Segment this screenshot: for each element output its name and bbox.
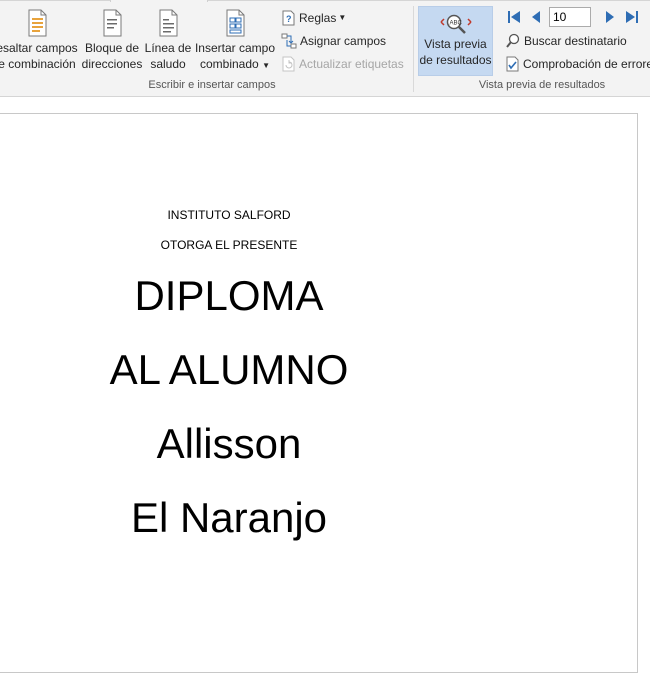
ribbon-top-border <box>0 0 650 1</box>
address-block-label-1: Bloque de <box>84 41 140 55</box>
previous-record-button[interactable] <box>527 8 545 26</box>
update-labels-icon <box>282 56 295 72</box>
previous-record-icon <box>532 11 540 23</box>
preview-results-label-2: de resultados <box>419 53 492 67</box>
preview-group-label: Vista previa de resultados <box>478 79 606 91</box>
address-block-label-2: direcciones <box>81 57 143 71</box>
check-errors-button[interactable]: Comprobación de errores <box>505 54 650 74</box>
svg-text:ABC: ABC <box>449 21 462 27</box>
student-first-name: Allisson <box>156 420 302 467</box>
svg-text:?: ? <box>286 14 292 24</box>
preview-results-icon: ABC <box>439 14 472 34</box>
check-errors-label: Comprobación de errores <box>523 57 650 71</box>
preview-results-label-1: Vista previa <box>424 37 487 51</box>
insert-field-label-1: Insertar campo <box>194 41 276 55</box>
chevron-down-icon: ▼ <box>338 13 347 22</box>
mailings-ribbon: esaltar campos e combinación Bloque de d… <box>0 0 650 97</box>
insert-field-icon <box>226 9 245 37</box>
update-labels-label: Actualizar etiquetas <box>299 57 404 71</box>
match-fields-icon <box>281 33 297 49</box>
rules-icon: ? <box>282 10 295 26</box>
highlight-fields-label-2: e combinación <box>0 57 76 71</box>
greeting-line-button[interactable]: Línea de saludo <box>144 8 192 72</box>
highlight-merge-fields-button[interactable]: esaltar campos e combinación <box>0 8 82 72</box>
address-block-button[interactable]: Bloque de direcciones <box>80 8 144 72</box>
active-tab-notch <box>110 0 208 2</box>
last-record-icon <box>626 11 638 23</box>
match-fields-label: Asignar campos <box>300 34 387 48</box>
rules-label: Reglas <box>299 11 337 25</box>
last-record-button[interactable] <box>623 8 641 26</box>
highlight-fields-label-1: esaltar campos <box>0 41 78 55</box>
institution-text: INSTITUTO SALFORD <box>167 208 291 222</box>
match-fields-button[interactable]: Asignar campos <box>281 31 386 51</box>
diploma-text: DIPLOMA <box>134 272 324 319</box>
first-record-button[interactable] <box>505 8 523 26</box>
insert-field-label-2: combinado ▼ <box>193 56 277 74</box>
find-recipient-label: Buscar destinatario <box>524 34 627 48</box>
document-area: INSTITUTO SALFORD OTORGA EL PRESENTE DIP… <box>0 97 650 673</box>
student-label-text: AL ALUMNO <box>109 346 349 393</box>
chevron-down-icon: ▼ <box>262 61 270 70</box>
find-recipient-icon <box>506 33 520 48</box>
insert-field-label-2-text: combinado <box>200 57 259 71</box>
record-navigation <box>505 6 645 28</box>
student-last-name: El Naranjo <box>130 494 328 541</box>
check-errors-icon <box>506 56 519 72</box>
write-insert-group-label: Escribir e insertar campos <box>148 79 276 91</box>
group-separator <box>413 6 414 92</box>
document-page[interactable]: INSTITUTO SALFORD OTORGA EL PRESENTE DIP… <box>0 113 638 673</box>
grants-text: OTORGA EL PRESENTE <box>160 238 298 252</box>
next-record-button[interactable] <box>601 8 619 26</box>
record-number-input[interactable] <box>549 7 591 27</box>
address-block-icon <box>103 9 122 37</box>
highlight-fields-icon <box>28 9 47 37</box>
rules-button[interactable]: ? Reglas ▼ <box>281 8 346 28</box>
find-recipient-button[interactable]: Buscar destinatario <box>505 31 627 51</box>
greeting-line-label-2: saludo <box>150 57 186 71</box>
preview-results-button[interactable]: ABC Vista previa de resultados <box>418 6 493 76</box>
greeting-line-label-1: Línea de <box>144 41 192 55</box>
insert-merge-field-button[interactable]: Insertar campo combinado ▼ <box>193 8 277 74</box>
greeting-line-icon <box>159 9 178 37</box>
next-record-icon <box>606 11 614 23</box>
update-labels-button[interactable]: Actualizar etiquetas <box>281 54 404 74</box>
first-record-icon <box>508 11 520 23</box>
